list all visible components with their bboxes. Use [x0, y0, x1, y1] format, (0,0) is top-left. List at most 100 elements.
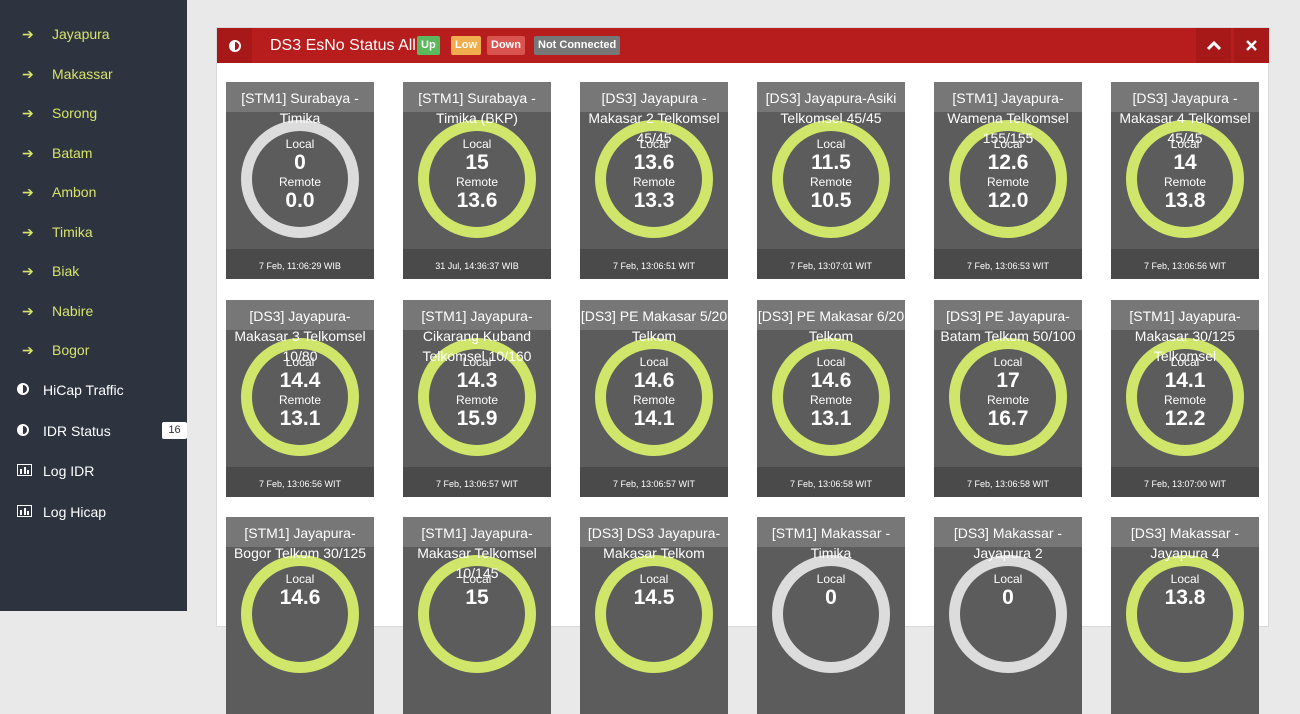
- remote-label: Remote: [632, 393, 676, 407]
- timestamp: 7 Feb, 13:07:00 WIT: [1143, 479, 1227, 489]
- link-status-tile[interactable]: [STM1] Jayapura-Cikarang Kuband Telkomse…: [403, 300, 551, 497]
- sidebar-item-log-idr[interactable]: Log IDR: [0, 452, 187, 490]
- tile-title: [DS3] Makassar - Jayapura 2: [953, 525, 1063, 561]
- panel-header: DS3 EsNo Status All Up Low Down Not Connect…: [217, 28, 1269, 63]
- link-status-tile[interactable]: [STM1] Jayapura-Makasar 30/125 Telkomsel…: [1111, 300, 1259, 497]
- sidebar-item-label: Sorong: [52, 105, 98, 121]
- local-label: Local: [285, 137, 315, 151]
- tile-title: [DS3] Makassar - Jayapura 4: [1130, 525, 1240, 561]
- sidebar-item-jayapura[interactable]: ➔ Jayapura: [0, 15, 187, 53]
- remote-label: Remote: [986, 175, 1030, 189]
- esno-values: Local 14.3 Remote 15.9: [403, 355, 551, 431]
- local-value: 0: [1002, 586, 1014, 609]
- link-status-tile[interactable]: [STM1] Jayapura-Wamena Telkomsel 155/155…: [934, 82, 1082, 279]
- link-status-tile[interactable]: [STM1] Jayapura-Makasar Telkomsel 10/145…: [403, 517, 551, 714]
- sidebar-item-label: Biak: [52, 263, 80, 279]
- tile-title: [STM1] Jayapura-Wamena Telkomsel 155/155: [947, 90, 1069, 146]
- esno-values: Local 12.6 Remote 12.0: [934, 137, 1082, 213]
- sidebar-item-sorong[interactable]: ➔ Sorong: [0, 94, 187, 132]
- sidebar-item-label: Bogor: [52, 342, 90, 358]
- tile-title: [DS3] Jayapura-Makasar 3 Telkomsel 10/80: [234, 308, 366, 364]
- timestamp: 7 Feb, 13:06:57 WIT: [435, 479, 519, 489]
- sidebar-item-label: Ambon: [52, 184, 97, 200]
- link-status-tile[interactable]: [DS3] Makassar - Jayapura 4 Local 13.8: [1111, 517, 1259, 714]
- sidebar-item-timika[interactable]: ➔ Timika: [0, 213, 187, 251]
- remote-label: Remote: [809, 393, 853, 407]
- link-status-tile[interactable]: [DS3] Jayapura - Makasar 2 Telkomsel 45/…: [580, 82, 728, 279]
- esno-values: Local 0: [757, 572, 905, 610]
- sidebar-item-log-hicap[interactable]: Log Hicap: [0, 493, 187, 531]
- esno-values: Local 14.4 Remote 13.1: [226, 355, 374, 431]
- tile-title: [STM1] Jayapura-Makasar 30/125 Telkomsel: [1129, 308, 1241, 364]
- remote-value: 10.5: [810, 189, 852, 212]
- link-status-tile[interactable]: [DS3] PE Makasar 5/20 Telkom Local 14.6 Rem…: [580, 300, 728, 497]
- timestamp: 7 Feb, 13:06:57 WIT: [612, 479, 696, 489]
- local-value: 17: [996, 369, 1020, 392]
- timestamp: 7 Feb, 13:06:58 WIT: [966, 479, 1050, 489]
- local-label: Local: [462, 137, 492, 151]
- remote-value: 12.2: [1164, 407, 1206, 430]
- timestamp: 7 Feb, 11:06:29 WIB: [259, 261, 341, 271]
- tile-title: [DS3] PE Makasar 5/20 Telkom: [580, 308, 728, 344]
- tile-title: [DS3] PE Jayapura-Batam Telkom 50/100: [940, 308, 1076, 344]
- arrow-right-icon: ➔: [22, 184, 34, 200]
- local-label: Local: [816, 137, 846, 151]
- local-value: 14: [1173, 151, 1197, 174]
- sidebar-item-bogor[interactable]: ➔ Bogor: [0, 331, 187, 369]
- sidebar-item-makassar[interactable]: ➔ Makassar: [0, 55, 187, 93]
- status-legend-down: Down: [487, 36, 525, 55]
- link-status-tile[interactable]: [STM1] Surabaya - Timika Local 0 Remote 0.0 7…: [226, 82, 374, 279]
- esno-values: Local 13.6 Remote 13.3: [580, 137, 728, 213]
- timestamp: 7 Feb, 13:06:51 WIT: [612, 261, 696, 271]
- remote-label: Remote: [278, 393, 322, 407]
- local-value: 14.1: [1164, 369, 1206, 392]
- local-label: Local: [1170, 572, 1200, 586]
- tile-title: [STM1] Jayapura-Cikarang Kuband Telkomse…: [421, 308, 533, 364]
- esno-values: Local 0: [934, 572, 1082, 610]
- close-icon: [1246, 40, 1257, 51]
- arrow-right-icon: ➔: [22, 342, 34, 358]
- collapse-button[interactable]: [1196, 28, 1231, 63]
- sidebar: ➔ Jayapura ➔ Makassar ➔ Sorong ➔ Batam ➔ Ambon ➔ Ti…: [0, 0, 187, 611]
- sidebar-item-batam[interactable]: ➔ Batam: [0, 134, 187, 172]
- local-value: 13.8: [1164, 586, 1206, 609]
- sidebar-item-biak[interactable]: ➔ Biak: [0, 252, 187, 290]
- tile-title: [DS3] Jayapura - Makasar 2 Telkomsel 45/…: [588, 90, 720, 146]
- sidebar-item-label: Nabire: [52, 302, 94, 319]
- arrow-right-icon: ➔: [22, 26, 34, 42]
- local-label: Local: [993, 355, 1023, 369]
- link-status-tile[interactable]: [STM1] Surabaya - Timika (BKP) Local 15 Rem…: [403, 82, 551, 279]
- local-value: 13.6: [633, 151, 675, 174]
- link-status-tile[interactable]: [STM1] Jayapura-Bogor Telkom 30/125 Local…: [226, 517, 374, 714]
- tile-title: [STM1] Makassar - Timika: [771, 525, 891, 561]
- link-status-tile[interactable]: [DS3] PE Jayapura-Batam Telkom 50/100 Loc…: [934, 300, 1082, 497]
- link-status-tile[interactable]: [DS3] PE Makasar 6/20 Telkom Local 14.6 Rem…: [757, 300, 905, 497]
- remote-value: 13.1: [810, 407, 852, 430]
- sidebar-item-label: Timika: [52, 223, 93, 240]
- sidebar-item-ambon[interactable]: ➔ Ambon: [0, 173, 187, 211]
- local-value: 14.5: [633, 586, 675, 609]
- sidebar-item-hicap-traffic[interactable]: HiCap Traffic: [0, 371, 187, 409]
- link-status-tile[interactable]: [DS3] Jayapura-Makasar 3 Telkomsel 10/80…: [226, 300, 374, 497]
- remote-label: Remote: [986, 393, 1030, 407]
- esno-values: Local 14.1 Remote 12.2: [1111, 355, 1259, 431]
- local-value: 0: [294, 151, 306, 174]
- sidebar-item-label: Jayapura: [52, 26, 110, 42]
- sidebar-item-label: Makassar: [52, 65, 113, 82]
- esno-values: Local 13.8: [1111, 572, 1259, 610]
- sidebar-item-label: Log IDR: [43, 463, 95, 479]
- remote-value: 15.9: [456, 407, 498, 430]
- link-status-tile[interactable]: [DS3] Makassar - Jayapura 2 Local 0: [934, 517, 1082, 714]
- local-value: 14.6: [633, 369, 675, 392]
- sidebar-item-nabire[interactable]: ➔ Nabire: [0, 292, 187, 330]
- sidebar-item-idr-status[interactable]: IDR Status 16: [0, 412, 187, 450]
- local-value: 15: [465, 151, 489, 174]
- link-status-tile[interactable]: [STM1] Makassar - Timika Local 0: [757, 517, 905, 714]
- local-value: 14.6: [279, 586, 321, 609]
- link-status-tile[interactable]: [DS3] Jayapura - Makasar 4 Telkomsel 45/…: [1111, 82, 1259, 279]
- remote-value: 14.1: [633, 407, 675, 430]
- link-status-tile[interactable]: [DS3] DS3 Jayapura-Makasar Telkom Local 14…: [580, 517, 728, 714]
- close-button[interactable]: [1234, 28, 1269, 63]
- half-circle-icon: [17, 423, 33, 438]
- link-status-tile[interactable]: [DS3] Jayapura-Asiki Telkomsel 45/45 Loca…: [757, 82, 905, 279]
